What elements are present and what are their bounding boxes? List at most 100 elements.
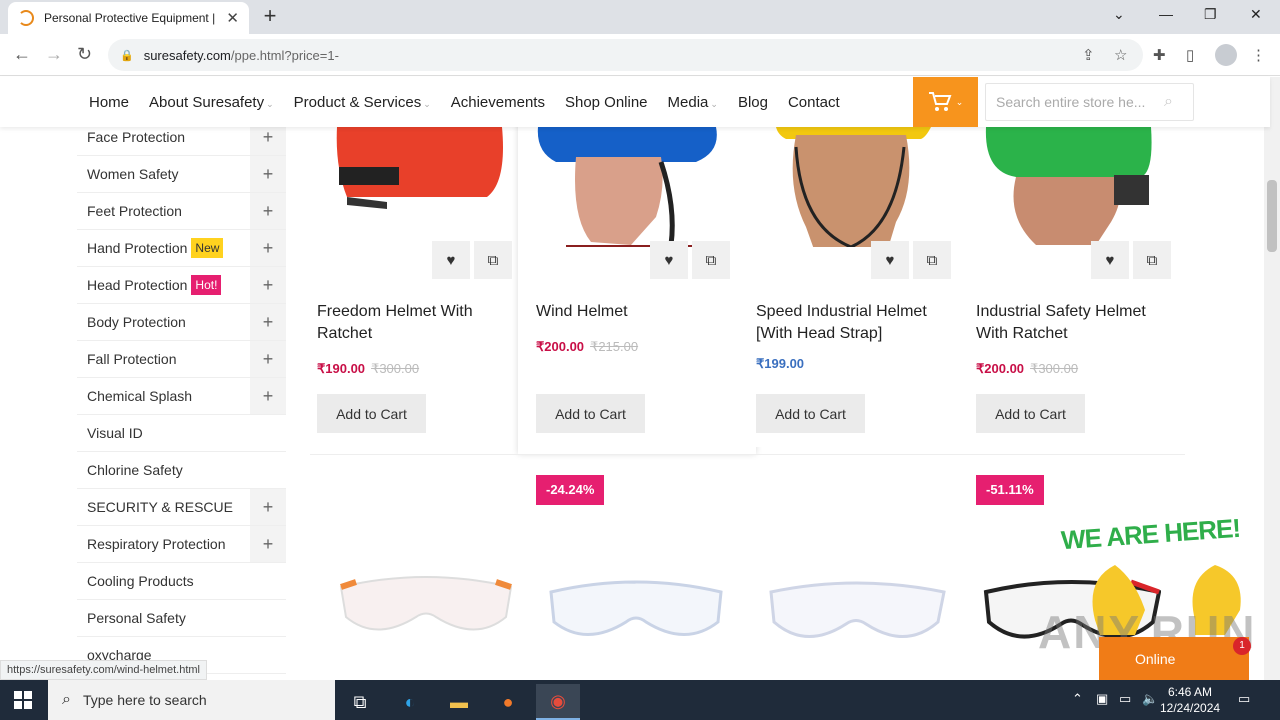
extensions-puzzle-icon[interactable]: ✚ <box>1153 46 1166 64</box>
category-item[interactable]: Fall Protection + <box>77 341 286 378</box>
main-menu: Home About Suresafety ⌄ Product & Service… <box>79 77 850 127</box>
expand-plus-icon[interactable]: + <box>250 230 286 266</box>
wishlist-heart-icon[interactable]: ♥ <box>871 241 909 279</box>
new-tab-button[interactable]: + <box>258 4 282 28</box>
reload-icon[interactable]: ↻ <box>77 44 92 65</box>
browser-tab[interactable]: Personal Protective Equipment | ✕ <box>8 2 249 34</box>
show-hidden-icons-chevron-icon[interactable]: ⌃ <box>1072 691 1083 707</box>
forward-arrow-icon[interactable]: → <box>45 44 63 65</box>
compare-icon[interactable]: ⧉ <box>913 241 951 279</box>
firefox-icon[interactable]: ● <box>486 684 530 720</box>
page-scrollbar[interactable] <box>1264 77 1280 680</box>
product-name[interactable]: Wind Helmet <box>536 301 628 323</box>
product-image[interactable] <box>536 127 756 247</box>
expand-plus-icon[interactable]: + <box>250 267 286 303</box>
expand-plus-icon[interactable]: + <box>250 156 286 192</box>
windows-start-icon[interactable] <box>14 691 32 709</box>
category-item[interactable]: Women Safety + <box>77 156 286 193</box>
menu-item-home[interactable]: Home <box>89 94 129 111</box>
edge-browser-icon[interactable]: ◐ <box>388 684 432 720</box>
browser-tab-strip: Personal Protective Equipment | ✕ + ⌄ — … <box>0 0 1280 34</box>
category-item[interactable]: Body Protection + <box>77 304 286 341</box>
expand-plus-icon[interactable]: + <box>250 304 286 340</box>
add-to-cart-button[interactable]: Add to Cart <box>756 394 865 433</box>
menu-item-media[interactable]: Media ⌄ <box>668 94 718 111</box>
scrollbar-thumb[interactable] <box>1267 180 1277 252</box>
volume-icon[interactable]: 🔈 <box>1142 691 1158 707</box>
product-image[interactable] <box>317 127 537 247</box>
helmet-shell <box>336 127 503 197</box>
taskbar-search[interactable]: ⌕ Type here to search <box>48 680 335 720</box>
expand-plus-icon[interactable]: + <box>250 193 286 229</box>
cart-button[interactable]: ⌄ <box>913 77 978 127</box>
network-icon[interactable]: ▭ <box>1119 691 1131 707</box>
expand-plus-icon[interactable]: + <box>250 378 286 414</box>
product-name[interactable]: Speed Industrial Helmet [With Head Strap] <box>756 301 927 345</box>
add-to-cart-button[interactable]: Add to Cart <box>536 394 645 433</box>
chat-widget[interactable]: WE ARE HERE! ANY.RUN Online 1 <box>1038 505 1260 680</box>
product-image-safety-glasses[interactable] <box>336 562 516 652</box>
lock-icon: 🔒 <box>120 49 134 62</box>
category-item[interactable]: Chlorine Safety <box>77 452 286 489</box>
back-arrow-icon[interactable]: ← <box>13 44 31 65</box>
device-icon[interactable]: ▣ <box>1096 691 1108 707</box>
compare-icon[interactable]: ⧉ <box>1133 241 1171 279</box>
bookmark-star-icon[interactable]: ☆ <box>1114 46 1127 64</box>
taskbar-clock[interactable]: 6:46 AM 12/24/2024 <box>1160 684 1220 716</box>
product-name[interactable]: Freedom Helmet With Ratchet <box>317 301 473 345</box>
share-icon[interactable]: ⇪ <box>1082 46 1095 64</box>
category-item[interactable]: Respiratory Protection + <box>77 526 286 563</box>
add-to-cart-button[interactable]: Add to Cart <box>976 394 1085 433</box>
compare-icon[interactable]: ⧉ <box>474 241 512 279</box>
notifications-icon[interactable]: ▭ <box>1238 691 1250 707</box>
minimize-button[interactable]: — <box>1159 6 1173 22</box>
product-image-safety-glasses[interactable] <box>766 562 946 652</box>
category-item[interactable]: Hand Protection New + <box>77 230 286 267</box>
compare-icon[interactable]: ⧉ <box>692 241 730 279</box>
menu-item-contact[interactable]: Contact <box>788 94 840 111</box>
category-item[interactable]: Cooling Products <box>77 563 286 600</box>
wishlist-heart-icon[interactable]: ♥ <box>432 241 470 279</box>
product-price: ₹200.00 ₹215.00 <box>536 339 639 354</box>
product-name[interactable]: Industrial Safety Helmet With Ratchet <box>976 301 1146 345</box>
product-image-safety-glasses[interactable] <box>546 562 726 652</box>
expand-plus-icon[interactable]: + <box>250 526 286 562</box>
product-image[interactable] <box>756 127 976 247</box>
category-item[interactable]: Head Protection Hot! + <box>77 267 286 304</box>
task-view-icon[interactable]: ⧉ <box>338 684 382 720</box>
close-tab-icon[interactable]: ✕ <box>226 9 239 27</box>
expand-plus-icon[interactable]: + <box>250 341 286 377</box>
close-window-button[interactable]: ✕ <box>1250 6 1262 23</box>
menu-kebab-icon[interactable]: ⋮ <box>1251 46 1266 64</box>
product-actions: ♥ ⧉ <box>432 241 512 279</box>
wishlist-heart-icon[interactable]: ♥ <box>1091 241 1129 279</box>
category-item[interactable]: SECURITY & RESCUE + <box>77 489 286 526</box>
online-chat-button[interactable]: Online <box>1099 637 1249 680</box>
menu-item-about[interactable]: About Suresafety ⌄ <box>149 94 274 111</box>
category-item[interactable]: Feet Protection + <box>77 193 286 230</box>
profile-avatar[interactable] <box>1215 44 1237 66</box>
menu-item-achievements[interactable]: Achievements <box>451 94 545 111</box>
url-text: suresafety.com/ppe.html?price=1- <box>143 47 339 63</box>
maximize-button[interactable]: ❐ <box>1204 6 1217 23</box>
category-item[interactable]: Personal Safety <box>77 600 286 637</box>
category-item[interactable]: Chemical Splash + <box>77 378 286 415</box>
tab-search-chevron-icon[interactable]: ⌄ <box>1113 6 1125 23</box>
site-header: Home About Suresafety ⌄ Product & Service… <box>0 77 1270 127</box>
chrome-icon[interactable]: ◉ <box>536 684 580 720</box>
product-image[interactable] <box>976 127 1196 247</box>
menu-item-shop[interactable]: Shop Online <box>565 94 648 111</box>
chevron-down-icon: ⌄ <box>955 96 964 107</box>
search-input[interactable] <box>996 94 1156 110</box>
menu-item-products[interactable]: Product & Services ⌄ <box>294 94 431 111</box>
file-explorer-icon[interactable]: ▬ <box>437 684 481 720</box>
side-panel-icon[interactable]: ▯ <box>1186 46 1194 64</box>
wishlist-heart-icon[interactable]: ♥ <box>650 241 688 279</box>
expand-plus-icon[interactable]: + <box>250 489 286 525</box>
add-to-cart-button[interactable]: Add to Cart <box>317 394 426 433</box>
address-bar[interactable]: 🔒 suresafety.com/ppe.html?price=1- <box>108 39 1143 71</box>
category-item[interactable]: Visual ID <box>77 415 286 452</box>
search-icon[interactable]: ⌕ <box>1164 93 1173 111</box>
discount-badge: -51.11% <box>976 475 1044 505</box>
menu-item-blog[interactable]: Blog <box>738 94 768 111</box>
